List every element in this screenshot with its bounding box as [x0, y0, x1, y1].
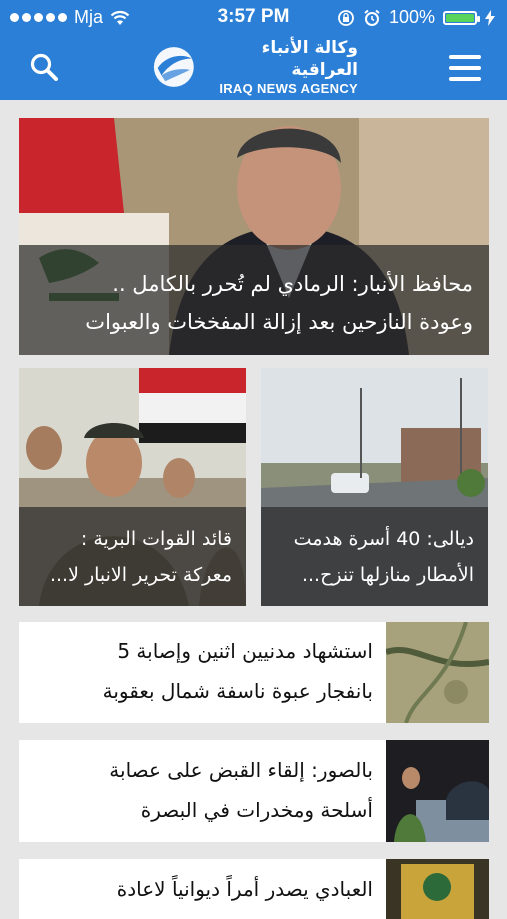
search-button[interactable] [28, 51, 62, 85]
list-item[interactable]: العبادي يصدر أمراً ديوانياً لاعادة [19, 859, 489, 919]
emblem-photo-image [386, 859, 489, 919]
alarm-icon [364, 9, 380, 26]
list-item-thumbnail [386, 859, 489, 919]
list-item-headline-line1: العبادي يصدر أمراً ديوانياً لاعادة [116, 877, 373, 901]
logo-emblem-icon [153, 47, 194, 87]
agency-logo[interactable]: وكالة الأنباء العراقية IRAQ NEWS AGENCY [152, 38, 358, 96]
menu-button[interactable] [449, 55, 481, 81]
list-item-headline-line2: بانفجار عبوة ناسفة شمال بعقوبة [102, 679, 373, 703]
list-item-thumbnail [386, 740, 489, 842]
list-item[interactable]: بالصور: إلقاء القبض على عصابة أسلحة ومخد… [19, 740, 489, 842]
list-item[interactable]: استشهاد مدنيين اثنين وإصابة 5 بانفجار عب… [19, 622, 489, 723]
hamburger-menu-icon [449, 55, 481, 59]
status-bar: Mja 3:57 PM 100% [0, 0, 507, 34]
battery-icon [443, 10, 480, 25]
news-card-headline-line2: معركة تحرير الانبار لا... [49, 564, 232, 586]
news-card-diyala[interactable]: ديالى: 40 أسرة هدمت الأمطار منازلها تنزح… [261, 368, 488, 606]
list-item-headline-line1: استشهاد مدنيين اثنين وإصابة 5 [117, 639, 373, 663]
list-item-headline-line2: أسلحة ومخدرات في البصرة [140, 798, 373, 822]
featured-headline-line2: وعودة النازحين بعد إزالة المفخخات والعبو… [85, 310, 473, 334]
charging-bolt-icon [485, 9, 495, 26]
featured-headline-overlay: محافظ الأنبار: الرمادي لم تُحرر بالكامل … [19, 245, 489, 355]
search-icon [30, 53, 58, 81]
battery-percentage: 100% [388, 7, 435, 27]
logo-text: وكالة الأنباء العراقية IRAQ NEWS AGENCY [198, 37, 358, 97]
list-item-headline: استشهاد مدنيين اثنين وإصابة 5 بانفجار عب… [29, 631, 373, 711]
list-item-headline: بالصور: إلقاء القبض على عصابة أسلحة ومخد… [29, 750, 373, 830]
news-card-headline-overlay: ديالى: 40 أسرة هدمت الأمطار منازلها تنزح… [261, 507, 488, 606]
logo-english: IRAQ NEWS AGENCY [219, 81, 358, 96]
news-card-headline-line2: الأمطار منازلها تنزح... [301, 564, 474, 586]
featured-headline-line1: محافظ الأنبار: الرمادي لم تُحرر بالكامل … [112, 272, 473, 296]
news-card-headline-overlay: قائد القوات البرية : معركة تحرير الانبار… [19, 507, 246, 606]
satellite-map-image [386, 622, 489, 723]
rotation-lock-icon [338, 9, 354, 26]
news-card-ground-forces[interactable]: قائد القوات البرية : معركة تحرير الانبار… [19, 368, 246, 606]
featured-story[interactable]: محافظ الأنبار: الرمادي لم تُحرر بالكامل … [19, 118, 489, 355]
news-card-headline-line1: ديالى: 40 أسرة هدمت [293, 528, 474, 550]
news-card-headline-line1: قائد القوات البرية : [80, 528, 232, 550]
list-item-headline: العبادي يصدر أمراً ديوانياً لاعادة [29, 869, 373, 909]
arrest-photo-image [386, 740, 489, 842]
list-item-thumbnail [386, 622, 489, 723]
app-header: وكالة الأنباء العراقية IRAQ NEWS AGENCY [0, 34, 507, 100]
status-indicators: 100% [337, 7, 495, 28]
logo-arabic: وكالة الأنباء العراقية [261, 38, 358, 80]
list-item-headline-line1: بالصور: إلقاء القبض على عصابة [109, 758, 373, 782]
